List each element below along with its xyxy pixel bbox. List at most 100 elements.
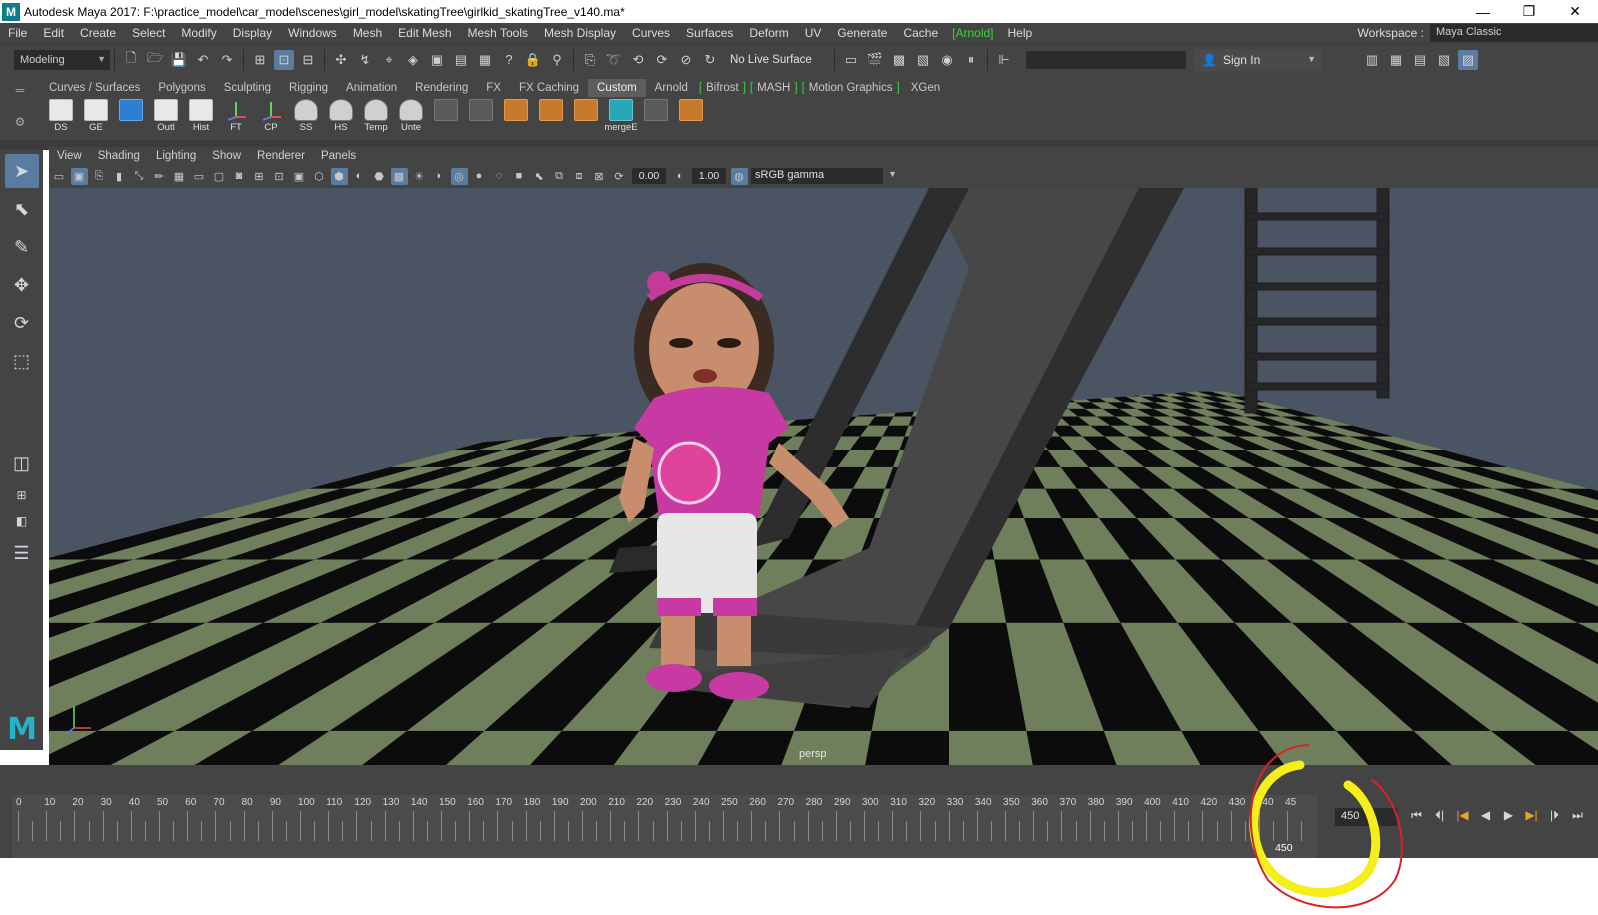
input-ops-icon[interactable]: ↻	[700, 50, 720, 70]
shelf-button-mirror[interactable]	[674, 99, 708, 135]
construction-history-icon[interactable]: ⎘	[580, 50, 600, 70]
go-to-start-icon[interactable]: ⏮	[1405, 804, 1428, 826]
undo-icon[interactable]: ↶	[193, 50, 213, 70]
play-forwards-icon[interactable]: ▶	[1497, 804, 1520, 826]
shelf-tab-animation[interactable]: Animation	[337, 79, 406, 97]
panel-menu-show[interactable]: Show	[204, 150, 249, 162]
snap-grid-view-icon[interactable]: ▦	[475, 50, 495, 70]
sign-in-button[interactable]: 👤 Sign In ▼	[1194, 48, 1322, 71]
shelf-button-bridge[interactable]	[639, 99, 673, 135]
perspective-viewport[interactable]: persp	[49, 188, 1598, 765]
shelf-tab-sculpting[interactable]: Sculpting	[215, 79, 280, 97]
step-forward-key-icon[interactable]: ▶|	[1520, 804, 1543, 826]
menu-select[interactable]: Select	[124, 26, 173, 40]
shelf-button-outliner[interactable]: Outl	[149, 99, 183, 135]
shelf-button-untemplate[interactable]: Unte	[394, 99, 428, 135]
shelf-button-template[interactable]: Temp	[359, 99, 393, 135]
shelf-button-combine[interactable]	[569, 99, 603, 135]
shelf-settings-icon[interactable]: ⚙	[15, 115, 26, 129]
four-view-layout-icon[interactable]: ⊞	[5, 484, 39, 506]
menu-display[interactable]: Display	[225, 26, 280, 40]
attribute-editor-icon[interactable]: ▥	[1362, 50, 1382, 70]
shelf-button-extract[interactable]	[499, 99, 533, 135]
shelf-button-sphere[interactable]	[114, 99, 148, 135]
shelf-tab-mash[interactable]: [MASH]	[748, 79, 800, 97]
xray-components-icon[interactable]: ⊠	[591, 168, 608, 185]
modeling-toolkit-panel-icon[interactable]: ▨	[1458, 49, 1478, 70]
lock-icon[interactable]: 🔒	[523, 50, 543, 70]
snap-live-icon[interactable]: ▣	[427, 50, 447, 70]
shelf-tab-polygons[interactable]: Polygons	[149, 79, 214, 97]
help-icon[interactable]: ?	[499, 50, 519, 70]
shelf-tab-xgen[interactable]: XGen	[902, 79, 949, 97]
channel-box-icon[interactable]: ▤	[1410, 50, 1430, 70]
grease-pencil-icon[interactable]: ✏	[151, 168, 168, 185]
paint-select-tool-icon[interactable]: ✎	[5, 230, 39, 264]
lasso-tool-icon[interactable]: ⬉	[5, 192, 39, 226]
scale-tool-icon[interactable]: ⬚	[5, 344, 39, 378]
camera-attributes-icon[interactable]: ▣	[70, 167, 88, 185]
workspace-dropdown[interactable]: Maya Classic	[1430, 24, 1598, 42]
anti-aliasing-icon[interactable]: ◌	[491, 168, 508, 185]
single-perspective-layout-icon[interactable]: ◫	[5, 446, 39, 480]
shelf-button-merge-edges[interactable]: mergeE	[604, 99, 638, 135]
hypershade-icon[interactable]: ◉	[937, 50, 957, 70]
snap-together-icon[interactable]: ▤	[451, 50, 471, 70]
wireframe-icon[interactable]: ⬡	[311, 168, 328, 185]
snap-grid-icon[interactable]: ✣	[331, 50, 351, 70]
lasso-icon[interactable]: ➰	[604, 50, 624, 70]
menu-modify[interactable]: Modify	[173, 26, 224, 40]
open-scene-icon[interactable]: 🗁	[145, 50, 165, 70]
textured-icon[interactable]: ▩	[390, 167, 408, 185]
menu-set-dropdown[interactable]: Modeling ▼	[14, 49, 110, 70]
go-to-end-icon[interactable]: ⏭	[1566, 804, 1589, 826]
snap-point-icon[interactable]: ⌖	[379, 50, 399, 70]
paint-select-icon[interactable]: ⟲	[628, 50, 648, 70]
menu-help[interactable]: Help	[1000, 26, 1041, 40]
shelf-tab-bifrost[interactable]: [Bifrost]	[697, 79, 748, 97]
view-transform-dropdown[interactable]: sRGB gamma ▼	[751, 168, 897, 184]
panel-menu-renderer[interactable]: Renderer	[249, 150, 313, 162]
color-management-icon[interactable]: ◍	[730, 167, 748, 185]
gamma-field[interactable]: 1.00	[692, 168, 726, 184]
resolution-gate-icon[interactable]: ▢	[211, 168, 228, 185]
menu-mesh[interactable]: Mesh	[345, 26, 390, 40]
render-view-icon[interactable]: ▭	[841, 50, 861, 70]
exposure-field[interactable]: 0.00	[632, 168, 666, 184]
ipr-render-icon[interactable]: ▩	[889, 50, 909, 70]
menu-generate[interactable]: Generate	[829, 26, 895, 40]
menu-curves[interactable]: Curves	[624, 26, 678, 40]
xray-icon[interactable]: ⧉	[551, 168, 568, 185]
step-back-frame-icon[interactable]: ⏴|	[1428, 804, 1451, 826]
shelf-button-display-smooth[interactable]: DS	[44, 99, 78, 135]
isolate-select-icon[interactable]: ⬉	[531, 168, 548, 185]
current-frame-field[interactable]: 450	[1335, 808, 1397, 826]
layer-editor-icon[interactable]: ▧	[1434, 50, 1454, 70]
film-gate-icon[interactable]: ▭	[191, 168, 208, 185]
shelf-menu-icon[interactable]: ═	[16, 83, 25, 97]
image-plane-icon[interactable]: ▮	[111, 168, 128, 185]
gate-mask-icon[interactable]: ◙	[231, 168, 248, 185]
menu-edit-mesh[interactable]: Edit Mesh	[390, 26, 459, 40]
shelf-button-freeze-transform[interactable]: FT	[219, 99, 253, 135]
menu-uv[interactable]: UV	[797, 26, 830, 40]
panel-menu-lighting[interactable]: Lighting	[148, 150, 204, 162]
gamma-icon[interactable]: ◖	[671, 168, 688, 185]
depth-of-field-icon[interactable]: ■	[511, 168, 528, 185]
shelf-button-show-selected[interactable]: SS	[289, 99, 323, 135]
shelf-tab-rigging[interactable]: Rigging	[280, 79, 337, 97]
step-back-key-icon[interactable]: |◀	[1451, 804, 1474, 826]
select-hierarchy-icon[interactable]: ⊞	[250, 50, 270, 70]
live-surface-label[interactable]: No Live Surface	[730, 54, 830, 66]
redo-icon[interactable]: ↷	[217, 50, 237, 70]
menu-file[interactable]: File	[0, 26, 35, 40]
menu-surfaces[interactable]: Surfaces	[678, 26, 741, 40]
shelf-button-graph-editor[interactable]: GE	[79, 99, 113, 135]
2d-pan-zoom-icon[interactable]: ⤡	[131, 168, 148, 185]
use-all-lights-icon[interactable]: ☀	[411, 168, 428, 185]
arnold-renderview-icon[interactable]: ⏸	[961, 50, 981, 70]
grid-icon[interactable]: ▦	[171, 168, 188, 185]
wireframe-on-shaded-icon[interactable]: ⬣	[371, 168, 388, 185]
default-material-icon[interactable]: ◐	[351, 168, 368, 185]
panel-menu-view[interactable]: View	[49, 150, 90, 162]
